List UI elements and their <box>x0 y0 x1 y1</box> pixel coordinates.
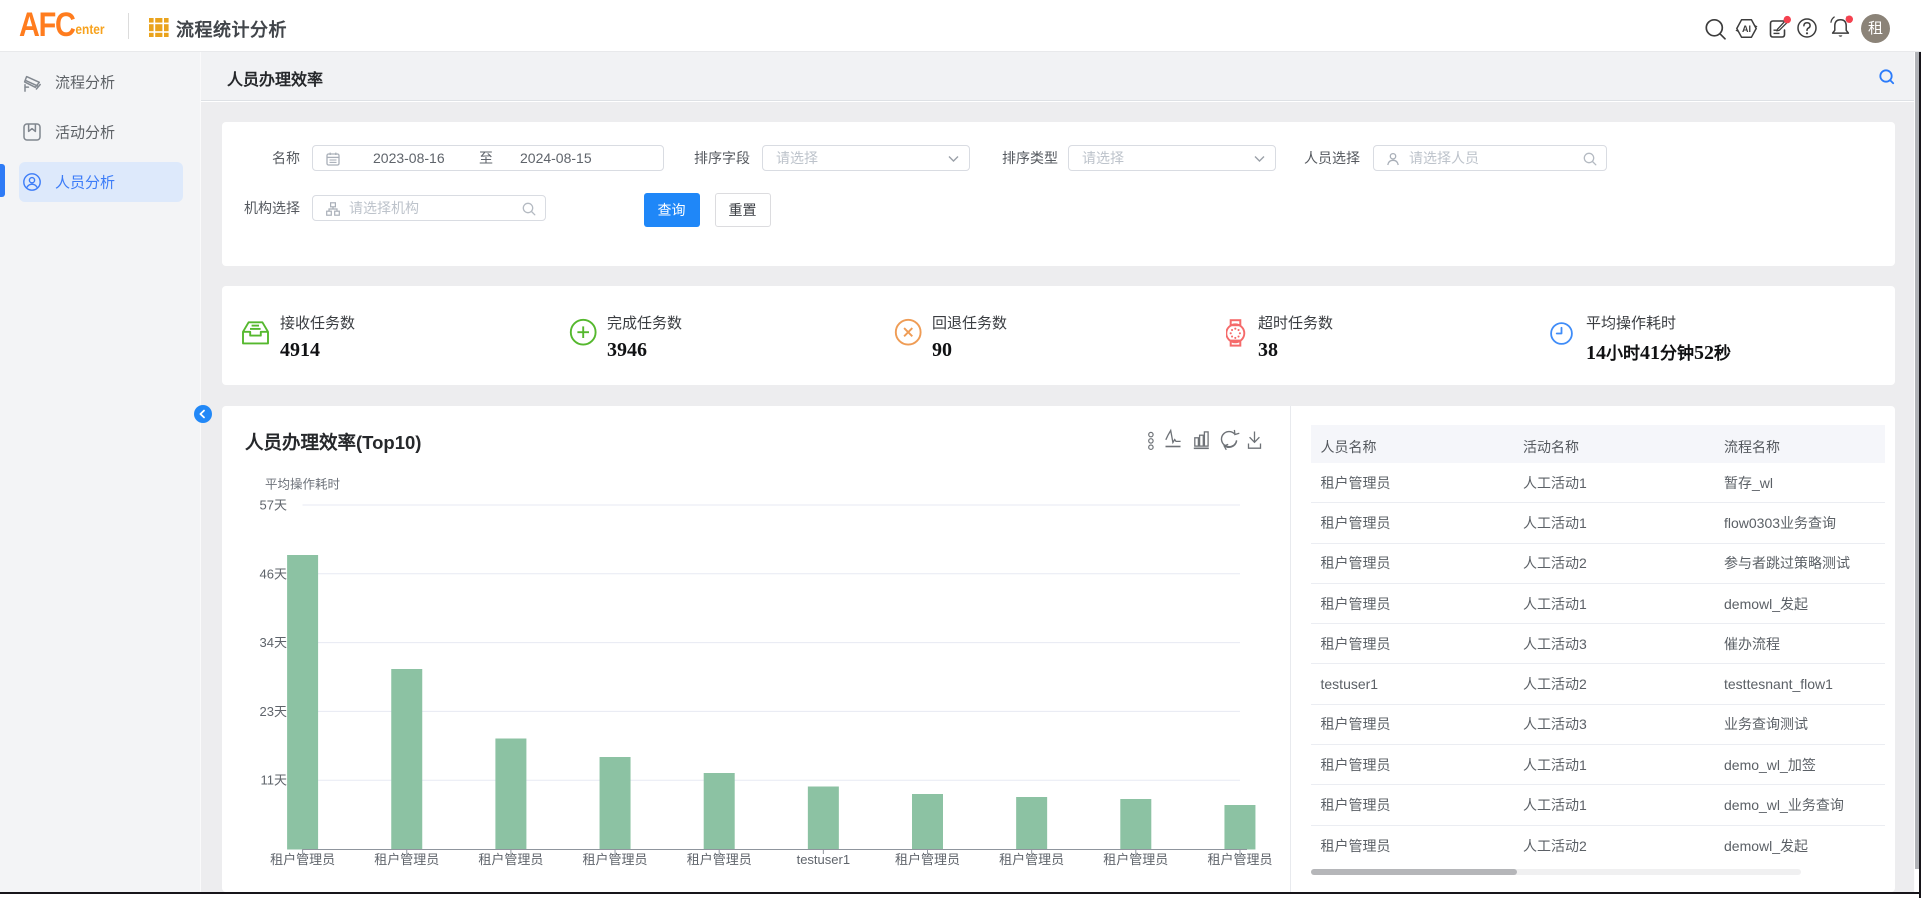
svg-text:租户管理员: 租户管理员 <box>895 852 960 867</box>
svg-text:testuser1: testuser1 <box>797 852 850 867</box>
svg-text:租户管理员: 租户管理员 <box>1207 852 1272 867</box>
svg-text:租户管理员: 租户管理员 <box>1103 852 1168 867</box>
svg-text:租户管理员: 租户管理员 <box>270 852 335 867</box>
svg-text:34天: 34天 <box>260 635 287 650</box>
svg-text:平均操作耗时: 平均操作耗时 <box>265 477 341 492</box>
svg-text:AI: AI <box>1742 24 1751 34</box>
svg-text:租户管理员: 租户管理员 <box>478 852 543 867</box>
svg-text:租户管理员: 租户管理员 <box>583 852 648 867</box>
svg-text:57天: 57天 <box>260 498 287 513</box>
svg-text:11天: 11天 <box>261 773 288 788</box>
svg-text:租户管理员: 租户管理员 <box>374 852 439 867</box>
svg-text:46天: 46天 <box>260 566 287 581</box>
svg-text:租户管理员: 租户管理员 <box>687 852 752 867</box>
svg-text:23天: 23天 <box>260 704 287 719</box>
svg-text:租户管理员: 租户管理员 <box>999 852 1064 867</box>
